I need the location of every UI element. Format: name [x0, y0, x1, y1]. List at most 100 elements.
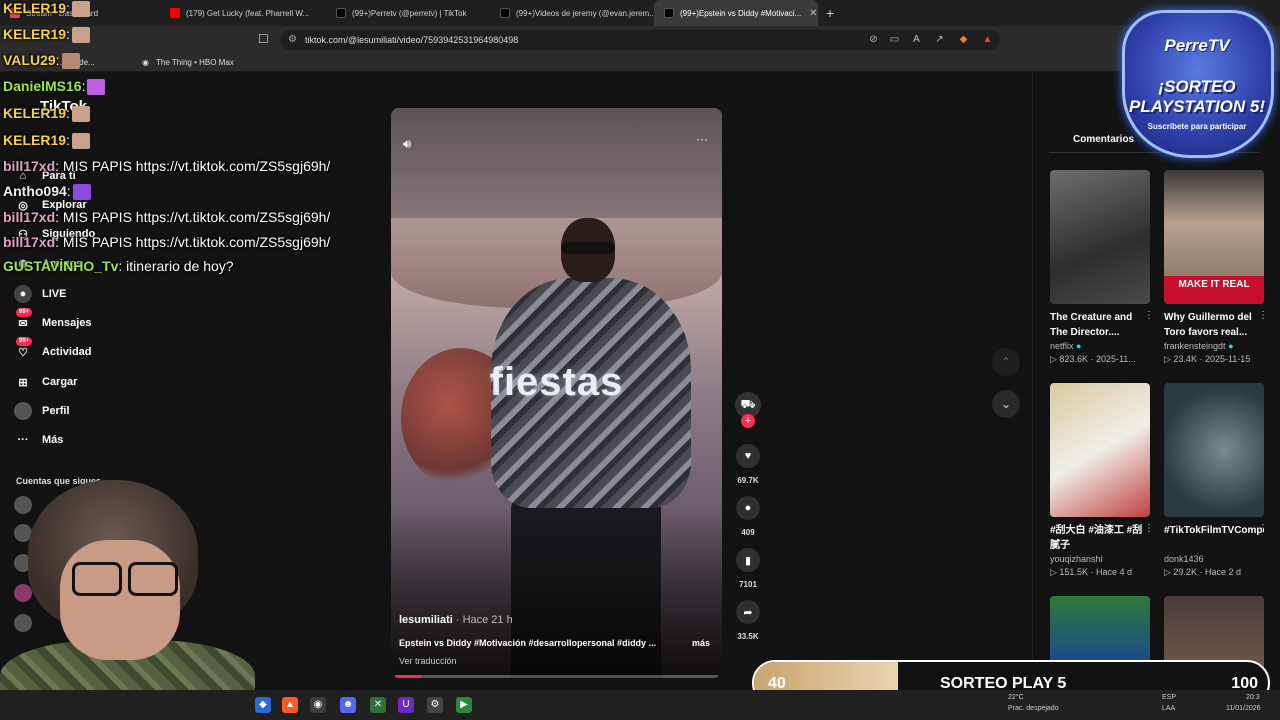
play-app-icon[interactable]: ▶	[456, 697, 472, 713]
author-name[interactable]: lesumiliati	[399, 614, 453, 626]
video-player[interactable]: fiestas 🔊︎ ··· lesumiliati · Hace 21 h E…	[391, 108, 722, 678]
chat-emote-icon	[71, 133, 90, 150]
tab-tiktok-video-active[interactable]: (99+)Epstein vs Diddy #Motivaci... ✕	[654, 0, 818, 26]
discord-icon[interactable]: ☻	[340, 697, 356, 713]
more-options-icon[interactable]: ⋮	[1144, 310, 1154, 321]
sidebar-item-mas[interactable]: ··· Más	[14, 430, 64, 450]
keyboard-language[interactable]: ESP	[1162, 693, 1176, 702]
video-card[interactable]: The Creature and The Director.... netfli…	[1050, 170, 1154, 365]
rewards-icon[interactable]: ▲	[981, 33, 994, 46]
chat-emote-icon	[87, 79, 106, 96]
previous-video-button[interactable]: ⌃	[992, 348, 1020, 376]
video-card[interactable]: #刮大白 #油漆工 #刮腻子 youqizhanshi ▷ 151.5K · H…	[1050, 383, 1154, 578]
video-author[interactable]: lesumiliati · Hace 21 h	[399, 614, 513, 626]
card-user: donk1436	[1164, 554, 1204, 564]
video-description: Epstein vs Diddy #Motivación #desarrollo…	[399, 638, 657, 648]
tab-label: (99+)Videos de jeremy (@evan.jerem...	[516, 8, 654, 18]
video-thumbnail[interactable]	[1050, 383, 1150, 517]
translate-icon[interactable]: A	[910, 33, 923, 46]
video-thumbnail[interactable]: MAKE IT REAL	[1164, 170, 1264, 304]
promo-brand: PerreTV	[1164, 36, 1230, 55]
sidebar-item-label: Cargar	[42, 376, 78, 388]
new-tab-button[interactable]: +	[818, 5, 842, 21]
weather-description: Prac. despejado	[1008, 705, 1059, 712]
video-thumbnail[interactable]	[1050, 170, 1150, 304]
sidebar-item-cargar[interactable]: ⊞ Cargar	[14, 372, 77, 392]
play-icon: ▷	[1050, 354, 1060, 364]
video-progress-fill	[395, 675, 421, 678]
card-title: The Creature and The Director....	[1050, 312, 1133, 338]
chat-emote-icon	[71, 27, 90, 44]
promo-subtitle: Suscríbete para participar	[1147, 122, 1247, 131]
app-u-icon[interactable]: U	[398, 697, 414, 713]
clock-time[interactable]: 20:3	[1246, 693, 1260, 702]
windows-taskbar: ◆ ▲ ◉ ☻ ✕ U ⚙ ▶ 22°C Prac. despejado ESP…	[0, 690, 1280, 720]
chat-username: KELER19	[3, 105, 67, 121]
settings-icon[interactable]: ⚙	[427, 697, 443, 713]
chat-username: bill17xd	[3, 209, 56, 225]
follow-button[interactable]: +	[741, 414, 755, 428]
promo-line-1: ¡SORTEO	[1158, 77, 1236, 96]
chat-username: Antho094	[3, 183, 67, 199]
chat-message: GUSTAVINHO_Tv: itinerario de hoy?	[3, 258, 234, 274]
eye-off-icon[interactable]: ⊘	[867, 33, 880, 46]
tiktok-icon	[664, 8, 674, 18]
tab-tiktok-jeremy[interactable]: (99+)Videos de jeremy (@evan.jerem...	[490, 0, 654, 26]
chat-username: KELER19	[3, 132, 67, 148]
profile-icon	[14, 402, 32, 420]
sidebar-item-live[interactable]: ● LIVE	[14, 284, 66, 304]
xbox-icon[interactable]: ✕	[370, 697, 386, 713]
store-icon[interactable]: ◆	[255, 697, 271, 713]
chat-message: Antho094:	[3, 183, 91, 201]
save-button[interactable]: ▮	[736, 548, 760, 572]
verified-icon: ●	[1228, 341, 1234, 351]
card-title: Why Guillermo del Toro favors real...	[1164, 312, 1252, 338]
close-tab-icon[interactable]: ✕	[809, 8, 817, 19]
share-button[interactable]: ➦	[736, 600, 760, 624]
chat-username: DanielMS16	[3, 78, 82, 94]
sidebar-item-label: Más	[42, 434, 64, 446]
comment-button[interactable]: ●	[736, 496, 760, 520]
card-stats: ▷ 151.5K · Hace 4 d	[1050, 567, 1132, 577]
next-video-button[interactable]: ⌄	[992, 390, 1020, 418]
card-user: frankensteingdt ●	[1164, 341, 1234, 351]
volume-icon[interactable]: 🔊︎	[403, 136, 411, 152]
video-card[interactable]: #TikTokFilmTVCompetition... donk1436 ▷ 2…	[1164, 383, 1268, 578]
like-button[interactable]: ♥	[736, 444, 760, 468]
video-progress-bar[interactable]	[395, 675, 718, 678]
save-count: 7101	[739, 580, 757, 589]
obs-icon[interactable]: ◉	[310, 697, 326, 713]
chat-message: DanielMS16:	[3, 78, 106, 96]
message-icon: ✉ 99+	[14, 308, 33, 332]
play-icon: ▷	[1164, 567, 1174, 577]
chat-message: VALU29:	[3, 52, 80, 70]
sidebar-item-perfil[interactable]: Perfil	[14, 401, 70, 421]
picture-in-picture-icon[interactable]: ▭	[888, 33, 901, 46]
sidebar-item-label: Actividad	[42, 346, 92, 358]
chat-message: KELER19:	[3, 132, 90, 150]
chat-emote-icon	[61, 53, 80, 70]
see-translation-link[interactable]: Ver traducción	[399, 656, 457, 666]
chat-username: VALU29	[3, 52, 56, 68]
share-icon[interactable]: ↗	[933, 33, 946, 46]
more-options-icon[interactable]: ⋮	[1258, 523, 1268, 534]
more-description-link[interactable]: más	[692, 638, 710, 648]
more-options-icon[interactable]: ⋮	[1258, 310, 1268, 321]
chat-message: KELER19:	[3, 26, 90, 44]
more-options-icon[interactable]: ⋮	[1144, 523, 1154, 534]
chat-message: bill17xd: MIS PAPIS https://vt.tiktok.co…	[3, 209, 331, 225]
sidebar-item-actividad[interactable]: ♡ 99+ Actividad	[14, 337, 92, 362]
chat-text: MIS PAPIS https://vt.tiktok.com/ZS5sgj69…	[59, 158, 331, 174]
sidebar-item-mensajes[interactable]: ✉ 99+ Mensajes	[14, 308, 92, 333]
giveaway-promo-badge: PerreTV ¡SORTEO PLAYSTATION 5! Suscríbet…	[1114, 10, 1280, 160]
brave-browser-icon[interactable]: ▲	[282, 697, 298, 713]
tab-label: (99+)Epstein vs Diddy #Motivaci...	[680, 8, 802, 18]
brave-shield-icon[interactable]: ◆	[957, 33, 970, 46]
more-options-icon[interactable]: ···	[696, 132, 708, 146]
chat-text: MIS PAPIS https://vt.tiktok.com/ZS5sgj69…	[59, 209, 331, 225]
share-count: 33.5K	[737, 632, 759, 641]
video-thumbnail[interactable]	[1164, 383, 1264, 517]
weather-temp[interactable]: 22°C	[1008, 693, 1024, 702]
chat-message: KELER19:	[3, 0, 90, 18]
video-card[interactable]: MAKE IT REAL Why Guillermo del Toro favo…	[1164, 170, 1268, 365]
